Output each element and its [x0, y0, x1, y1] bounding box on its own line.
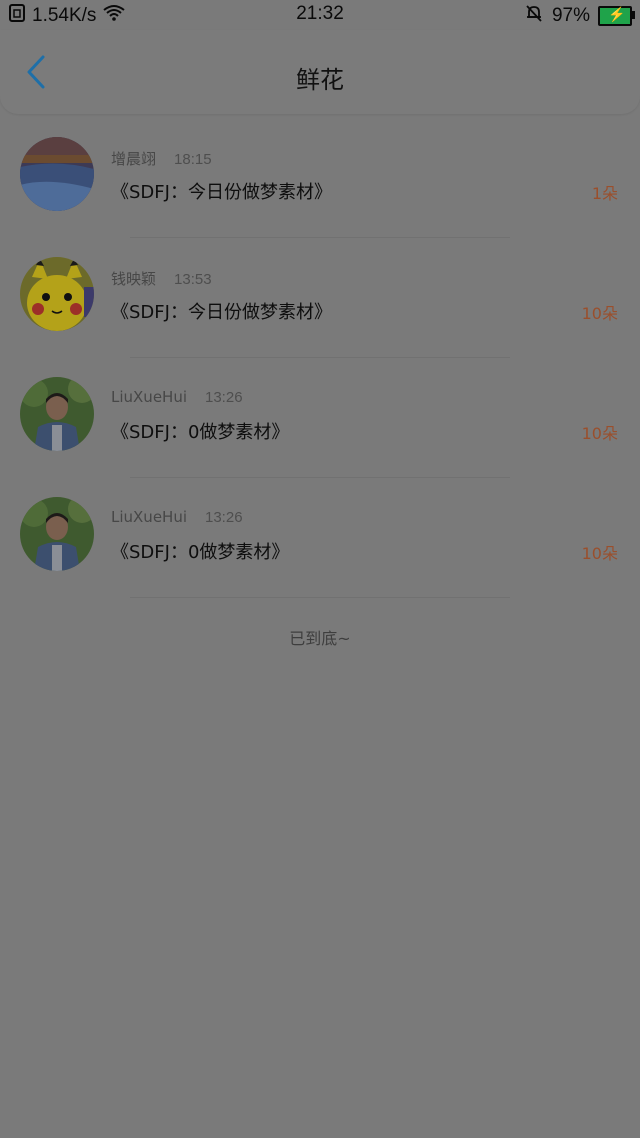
- sender-line: 增晨翊 18:15: [111, 148, 212, 169]
- sender-line: 钱映颖 13:53: [111, 268, 212, 289]
- mute-bell-icon: [524, 3, 544, 29]
- battery-charging-icon: ⚡: [598, 6, 635, 26]
- timestamp: 18:15: [174, 151, 212, 168]
- status-bar: 1.54K/s 21:32 97% ⚡: [0, 0, 640, 30]
- timestamp: 13:26: [205, 389, 243, 406]
- list-item[interactable]: LiuXueHui 13:26 《SDFJ：0做梦素材》 10朵: [0, 478, 640, 598]
- avatar[interactable]: [20, 257, 94, 331]
- timestamp: 13:26: [205, 509, 243, 526]
- sender-name: LiuXueHui: [111, 508, 187, 526]
- divider: [130, 597, 510, 598]
- list-item[interactable]: 增晨翊 18:15 《SDFJ：今日份做梦素材》 1朵: [0, 118, 640, 238]
- flower-list: 增晨翊 18:15 《SDFJ：今日份做梦素材》 1朵 钱映颖 13:53 《S…: [0, 118, 640, 598]
- nav-header: 鲜花: [0, 30, 640, 114]
- sender-name: 钱映颖: [111, 270, 157, 288]
- sender-name: LiuXueHui: [111, 388, 187, 406]
- flower-count: 10朵: [581, 304, 618, 323]
- avatar[interactable]: [20, 377, 94, 451]
- message-text: 《SDFJ：0做梦素材》: [111, 542, 290, 563]
- avatar[interactable]: [20, 137, 94, 211]
- end-of-list-text: 已到底~: [289, 629, 351, 648]
- message-text: 《SDFJ：0做梦素材》: [111, 422, 290, 443]
- sender-line: LiuXueHui 13:26: [111, 388, 243, 406]
- sender-line: LiuXueHui 13:26: [111, 508, 243, 526]
- page-title: 鲜花: [296, 66, 344, 94]
- flower-count: 10朵: [581, 544, 618, 563]
- list-item[interactable]: LiuXueHui 13:26 《SDFJ：0做梦素材》 10朵: [0, 358, 640, 478]
- list-item[interactable]: 钱映颖 13:53 《SDFJ：今日份做梦素材》 10朵: [0, 238, 640, 358]
- sender-name: 增晨翊: [111, 150, 157, 168]
- flower-count: 10朵: [581, 424, 618, 443]
- battery-percent: 97%: [551, 5, 590, 26]
- message-text: 《SDFJ：今日份做梦素材》: [111, 302, 332, 323]
- status-right: 97% ⚡: [524, 3, 635, 29]
- message-text: 《SDFJ：今日份做梦素材》: [111, 182, 332, 203]
- flower-count: 1朵: [591, 184, 618, 203]
- timestamp: 13:53: [174, 271, 212, 288]
- avatar[interactable]: [20, 497, 94, 571]
